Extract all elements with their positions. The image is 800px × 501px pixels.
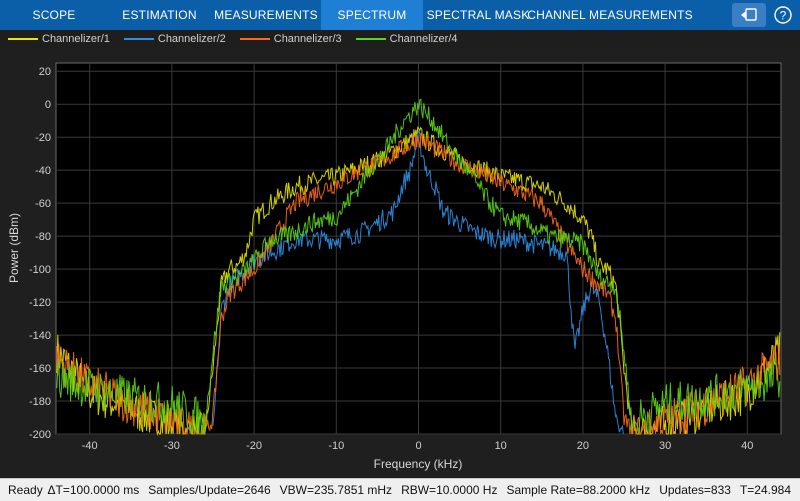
help-button[interactable]: ? [766,3,800,27]
plot-area: -40 -30 -20 -10 0 10 20 30 40 20 0 -20 -40 -60 -80 -100… [0,48,800,478]
spectrum-plot[interactable]: -40 -30 -20 -10 0 10 20 30 40200-20-40-60-80-100… [0,48,800,478]
status-updates: Updates=833 [659,483,731,497]
legend-label: Channelizer/2 [157,33,226,45]
legend-label: Channelizer/4 [389,33,458,45]
toolstrip: SCOPE ESTIMATION MEASUREMENTS SPECTRUM S… [0,0,800,30]
y-tick-label: -160 [29,363,51,375]
y-tick-label: 0 [45,99,51,111]
undock-button[interactable] [732,3,766,27]
legend-entry-4[interactable]: Channelizer/4 [355,33,458,45]
help-icon: ? [774,6,792,24]
status-samples-update: Samples/Update=2646 [148,483,271,497]
tab-spectral-mask[interactable]: SPECTRAL MASK [423,0,533,30]
tab-estimation[interactable]: ESTIMATION [108,0,211,30]
x-tick-label: -10 [328,440,344,452]
legend-swatch [355,38,386,40]
x-tick-label: 0 [415,440,421,452]
svg-text:?: ? [780,9,787,23]
x-tick-label: 40 [741,440,753,452]
y-tick-label: -120 [29,297,51,309]
y-tick-label: -140 [29,330,51,342]
y-tick-label: -200 [29,429,51,441]
legend-swatch [239,38,270,40]
legend-swatch [8,38,38,40]
x-tick-label: -40 [82,440,98,452]
x-tick-label: 30 [659,440,671,452]
status-delta-t: ΔT=100.0000 ms [47,483,140,497]
status-time: T=24.984 [739,483,791,497]
legend-label: Channelizer/1 [42,33,110,45]
x-axis-label: Frequency (kHz) [374,457,463,471]
x-tick-label: -30 [164,440,180,452]
legend-entry-2[interactable]: Channelizer/2 [123,33,226,45]
tab-measurements[interactable]: MEASUREMENTS [211,0,321,30]
y-axis-label: Power (dBm) [7,213,21,283]
y-tick-label: -100 [29,264,51,276]
legend: Channelizer/1 Channelizer/2 Channelizer/… [0,30,800,48]
legend-swatch [123,38,154,40]
x-tick-label: 10 [495,440,507,452]
toolstrip-actions: ? [724,0,800,30]
legend-entry-1[interactable]: Channelizer/1 [8,33,110,45]
legend-label: Channelizer/3 [273,33,342,45]
y-tick-label: -40 [35,165,51,177]
tab-scope[interactable]: SCOPE [0,0,108,30]
y-tick-label: -80 [35,231,51,243]
status-rbw: RBW=10.0000 Hz [401,483,498,497]
x-tick-label: 20 [577,440,589,452]
status-ready: Ready [8,483,43,497]
tab-channel-measurements[interactable]: CHANNEL MEASUREMENTS [527,0,692,30]
tab-spectrum[interactable]: SPECTRUM [321,0,423,30]
status-sample-rate: Sample Rate=88.2000 kHz [506,483,651,497]
undock-icon [741,8,757,21]
y-tick-label: -60 [35,198,51,210]
y-tick-label: -180 [29,396,51,408]
y-tick-label: -20 [35,132,51,144]
legend-entry-3[interactable]: Channelizer/3 [239,33,342,45]
status-vbw: VBW=235.7851 mHz [279,483,393,497]
status-bar: Ready ΔT=100.0000 ms Samples/Update=2646… [0,478,800,501]
y-tick-label: 20 [39,66,51,78]
x-tick-label: -20 [246,440,262,452]
